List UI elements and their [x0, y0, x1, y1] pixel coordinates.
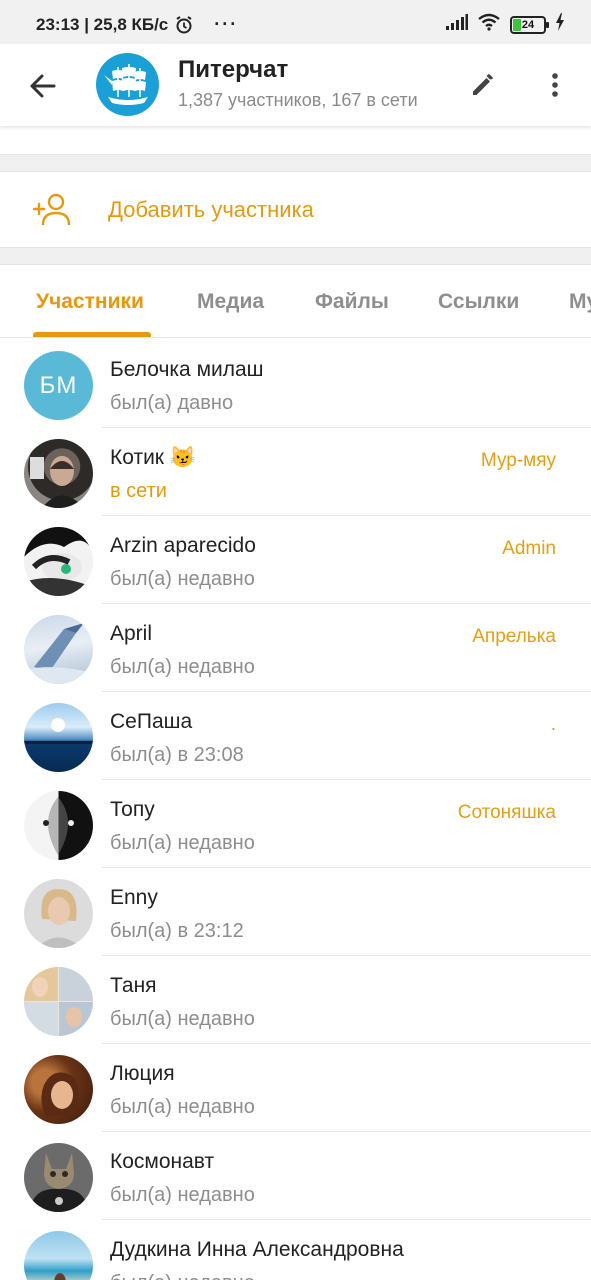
- member-row[interactable]: Котик 😼 в сети Мур-мяу: [0, 428, 591, 516]
- member-status: был(а) недавно: [110, 1008, 255, 1030]
- back-button[interactable]: [22, 66, 62, 106]
- tab-files[interactable]: Файлы: [315, 290, 389, 314]
- member-status: был(а) в 23:12: [110, 920, 244, 942]
- member-status: был(а) недавно: [110, 1096, 255, 1118]
- member-role: Мур-мяу: [480, 450, 556, 471]
- member-name: Arzin aparecido: [110, 534, 256, 557]
- wifi-icon: [477, 13, 501, 36]
- more-options-button[interactable]: [536, 66, 574, 104]
- charging-icon: [555, 13, 565, 36]
- sailing-ship-icon: [103, 63, 148, 105]
- member-name: СеПаша: [110, 710, 193, 733]
- member-row[interactable]: Космонавт был(а) недавно: [0, 1132, 591, 1220]
- avatar: [24, 439, 93, 508]
- battery-icon: 24: [510, 15, 549, 34]
- member-name: Люция: [110, 1062, 175, 1085]
- active-tab-indicator: [33, 332, 151, 337]
- signal-icon: [446, 14, 468, 35]
- battery-level: 24: [521, 18, 535, 31]
- tab-media[interactable]: Медиа: [197, 290, 264, 314]
- member-row[interactable]: Enny был(а) в 23:12: [0, 868, 591, 956]
- member-name: April: [110, 622, 153, 645]
- shared-media-tabs: Участники Медиа Файлы Ссылки Музыка: [0, 265, 591, 338]
- status-time-speed: 23:13 | 25,8 КБ/с: [36, 14, 169, 34]
- add-user-icon: [32, 193, 71, 226]
- member-name: Таня: [110, 974, 157, 997]
- member-role: Сотоняшка: [457, 802, 556, 823]
- add-member-row[interactable]: Добавить участника: [0, 172, 591, 247]
- member-role: Апрелька: [472, 626, 556, 647]
- avatar: [24, 967, 93, 1036]
- avatar: БМ: [24, 351, 93, 420]
- status-left: 23:13 | 25,8 КБ/с ···: [36, 14, 238, 35]
- member-status: был(а) недавно: [110, 832, 255, 854]
- tab-music[interactable]: Музыка: [569, 290, 591, 314]
- pencil-icon: [473, 74, 493, 95]
- avatar: [24, 791, 93, 860]
- avatar: [24, 703, 93, 772]
- add-member-label: Добавить участника: [108, 197, 314, 222]
- member-name: Белочка милаш: [110, 358, 264, 381]
- chat-header: Питерчат 1,387 участников, 167 в сети: [0, 44, 591, 126]
- chat-title[interactable]: Питерчат: [178, 56, 288, 84]
- avatar: [24, 615, 93, 684]
- member-row[interactable]: Дудкина Инна Александровна был(а) недавн…: [0, 1220, 591, 1280]
- member-name: Космонавт: [110, 1150, 215, 1173]
- member-row[interactable]: СеПаша был(а) в 23:08 .: [0, 692, 591, 780]
- member-row[interactable]: БМ Белочка милаш был(а) давно: [0, 340, 591, 428]
- member-list: БМ Белочка милаш был(а) давно Котик 😼 в …: [0, 340, 591, 1280]
- member-status: был(а) недавно: [110, 1184, 255, 1206]
- group-avatar[interactable]: [96, 53, 159, 116]
- status-bar: 23:13 | 25,8 КБ/с ··· 24: [0, 0, 591, 44]
- member-role: Admin: [502, 538, 556, 559]
- section-divider: [0, 247, 591, 265]
- avatar: [24, 879, 93, 948]
- alarm-icon: [174, 15, 194, 35]
- member-name: Котик 😼: [110, 446, 196, 469]
- member-row[interactable]: April был(а) недавно Апрелька: [0, 604, 591, 692]
- avatar: [24, 1143, 93, 1212]
- member-row[interactable]: Таня был(а) недавно: [0, 956, 591, 1044]
- avatar: [24, 1231, 93, 1280]
- member-status: был(а) недавно: [110, 568, 255, 590]
- member-name: Топу: [110, 798, 155, 821]
- member-row[interactable]: Arzin aparecido был(а) недавно Admin: [0, 516, 591, 604]
- tab-links[interactable]: Ссылки: [438, 290, 519, 314]
- member-name: Дудкина Инна Александровна: [110, 1238, 404, 1261]
- member-status: в сети: [110, 480, 167, 502]
- avatar: [24, 527, 93, 596]
- member-status: был(а) недавно: [110, 656, 255, 678]
- status-right: 24: [446, 13, 565, 36]
- member-role: .: [550, 714, 556, 735]
- member-status: был(а) давно: [110, 392, 234, 414]
- member-row[interactable]: Люция был(а) недавно: [0, 1044, 591, 1132]
- more-vertical-icon: [552, 73, 558, 97]
- member-status: был(а) недавно: [110, 1272, 255, 1280]
- member-row[interactable]: Топу был(а) недавно Сотоняшка: [0, 780, 591, 868]
- member-status: был(а) в 23:08: [110, 744, 244, 766]
- avatar: [24, 1055, 93, 1124]
- screen: 23:13 | 25,8 КБ/с ··· 24 Питерчат 1,387 …: [0, 0, 591, 1280]
- tab-members[interactable]: Участники: [36, 290, 144, 314]
- back-arrow-icon: [30, 74, 56, 98]
- section-divider: [0, 154, 591, 172]
- member-name: Enny: [110, 886, 158, 909]
- chat-subtitle: 1,387 участников, 167 в сети: [178, 90, 418, 110]
- edit-button[interactable]: [464, 66, 502, 104]
- more-notifications-icon: ···: [214, 14, 239, 34]
